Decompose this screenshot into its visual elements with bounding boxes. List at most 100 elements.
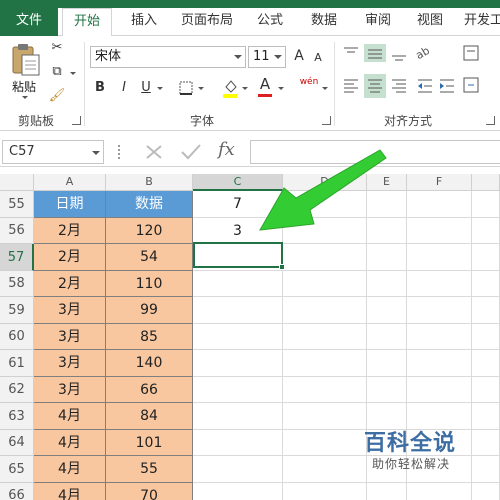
cell-c-58[interactable] — [193, 271, 283, 297]
cell-b-64[interactable]: 101 — [106, 430, 193, 456]
cell-a-58[interactable]: 2月 — [34, 271, 106, 297]
cell-c-59[interactable] — [193, 297, 283, 324]
cell-g-66[interactable] — [472, 483, 500, 500]
cell-g-59[interactable] — [472, 297, 500, 324]
enter-icon[interactable] — [180, 143, 202, 161]
formula-bar-grip[interactable] — [118, 145, 122, 159]
orientation-icon[interactable]: ab — [414, 44, 432, 62]
cell-a-63[interactable]: 4月 — [34, 403, 106, 430]
bold-button[interactable]: B — [94, 80, 106, 96]
row-header[interactable]: 55 — [0, 191, 34, 218]
tab-data[interactable]: 数据 — [306, 8, 342, 36]
alignment-launcher-icon[interactable] — [486, 116, 495, 125]
merge-center-icon[interactable] — [463, 77, 479, 93]
italic-button[interactable]: I — [118, 80, 130, 96]
row-header[interactable]: 65 — [0, 456, 34, 483]
underline-dropdown-icon[interactable] — [157, 87, 163, 90]
paste-button[interactable] — [10, 42, 42, 78]
align-left-icon[interactable] — [344, 79, 358, 93]
paste-dropdown-icon[interactable] — [22, 96, 28, 99]
cell-b-65[interactable]: 55 — [106, 456, 193, 483]
phonetic-dropdown-icon[interactable] — [322, 87, 328, 90]
tab-insert[interactable]: 插入 — [124, 8, 164, 36]
column-header-a[interactable]: A — [34, 174, 106, 191]
row-header[interactable]: 61 — [0, 350, 34, 377]
cell-a-57[interactable]: 2月 — [34, 244, 106, 271]
cell-c-63[interactable] — [193, 403, 283, 430]
cell-c-61[interactable] — [193, 350, 283, 377]
column-header-f[interactable]: F — [407, 174, 472, 191]
cell-d-63[interactable] — [283, 403, 367, 430]
cell-e-57[interactable] — [367, 244, 407, 271]
cell-f-66[interactable] — [407, 483, 472, 500]
name-box[interactable]: C57 — [2, 140, 104, 164]
cell-d-57[interactable] — [283, 244, 367, 271]
copy-icon[interactable]: ⧉ — [48, 64, 66, 80]
cell-g-60[interactable] — [472, 324, 500, 350]
tab-formulas[interactable]: 公式 — [252, 8, 288, 36]
cell-b-58[interactable]: 110 — [106, 271, 193, 297]
cut-icon[interactable]: ✂ — [48, 40, 66, 56]
cell-a-65[interactable]: 4月 — [34, 456, 106, 483]
cell-g-55[interactable] — [472, 191, 500, 218]
cell-b-56[interactable]: 120 — [106, 218, 193, 244]
cell-g-62[interactable] — [472, 377, 500, 403]
cell-g-65[interactable] — [472, 456, 500, 483]
font-color-dropdown-icon[interactable] — [278, 87, 284, 90]
cell-b-61[interactable]: 140 — [106, 350, 193, 377]
cell-d-58[interactable] — [283, 271, 367, 297]
cell-f-61[interactable] — [407, 350, 472, 377]
phonetic-button[interactable]: wén — [298, 74, 320, 90]
cell-c-65[interactable] — [193, 456, 283, 483]
cell-e-66[interactable] — [367, 483, 407, 500]
row-header[interactable]: 64 — [0, 430, 34, 456]
cell-a-59[interactable]: 3月 — [34, 297, 106, 324]
cell-e-61[interactable] — [367, 350, 407, 377]
cell-e-58[interactable] — [367, 271, 407, 297]
clipboard-launcher-icon[interactable] — [72, 116, 81, 125]
cell-f-62[interactable] — [407, 377, 472, 403]
column-header-next[interactable] — [472, 174, 500, 191]
copy-dropdown-icon[interactable] — [70, 72, 76, 75]
cell-a-60[interactable]: 3月 — [34, 324, 106, 350]
cell-b-59[interactable]: 99 — [106, 297, 193, 324]
tab-file[interactable]: 文件 — [0, 8, 58, 36]
row-header[interactable]: 56 — [0, 218, 34, 244]
font-launcher-icon[interactable] — [322, 116, 331, 125]
cell-d-62[interactable] — [283, 377, 367, 403]
cell-c-64[interactable] — [193, 430, 283, 456]
cell-c-62[interactable] — [193, 377, 283, 403]
tab-home[interactable]: 开始 — [62, 8, 112, 37]
cell-a-56[interactable]: 2月 — [34, 218, 106, 244]
format-painter-icon[interactable]: 🖌 — [48, 88, 66, 104]
decrease-indent-icon[interactable] — [418, 79, 432, 93]
row-header[interactable]: 59 — [0, 297, 34, 324]
fill-handle[interactable] — [279, 264, 285, 270]
cell-g-56[interactable] — [472, 218, 500, 244]
column-header-b[interactable]: B — [106, 174, 193, 191]
font-name-dropdown[interactable]: 宋体 — [90, 46, 246, 68]
cell-a-64[interactable]: 4月 — [34, 430, 106, 456]
cell-a-66[interactable]: 4月 — [34, 483, 106, 500]
cell-d-65[interactable] — [283, 456, 367, 483]
border-button[interactable] — [178, 80, 194, 101]
row-header[interactable]: 62 — [0, 377, 34, 403]
cell-f-55[interactable] — [407, 191, 472, 218]
cell-d-61[interactable] — [283, 350, 367, 377]
underline-button[interactable]: U — [140, 80, 152, 96]
cell-g-63[interactable] — [472, 403, 500, 430]
cell-f-56[interactable] — [407, 218, 472, 244]
cell-a-55[interactable]: 日期 — [34, 191, 106, 218]
cell-d-64[interactable] — [283, 430, 367, 456]
cell-f-57[interactable] — [407, 244, 472, 271]
cell-g-57[interactable] — [472, 244, 500, 271]
cell-f-60[interactable] — [407, 324, 472, 350]
select-all-corner[interactable] — [0, 174, 34, 191]
cell-d-66[interactable] — [283, 483, 367, 500]
cell-e-60[interactable] — [367, 324, 407, 350]
wrap-text-icon[interactable] — [463, 45, 479, 61]
cell-a-61[interactable]: 3月 — [34, 350, 106, 377]
cell-b-55[interactable]: 数据 — [106, 191, 193, 218]
row-header[interactable]: 58 — [0, 271, 34, 297]
insert-function-button[interactable]: fx — [218, 139, 235, 160]
